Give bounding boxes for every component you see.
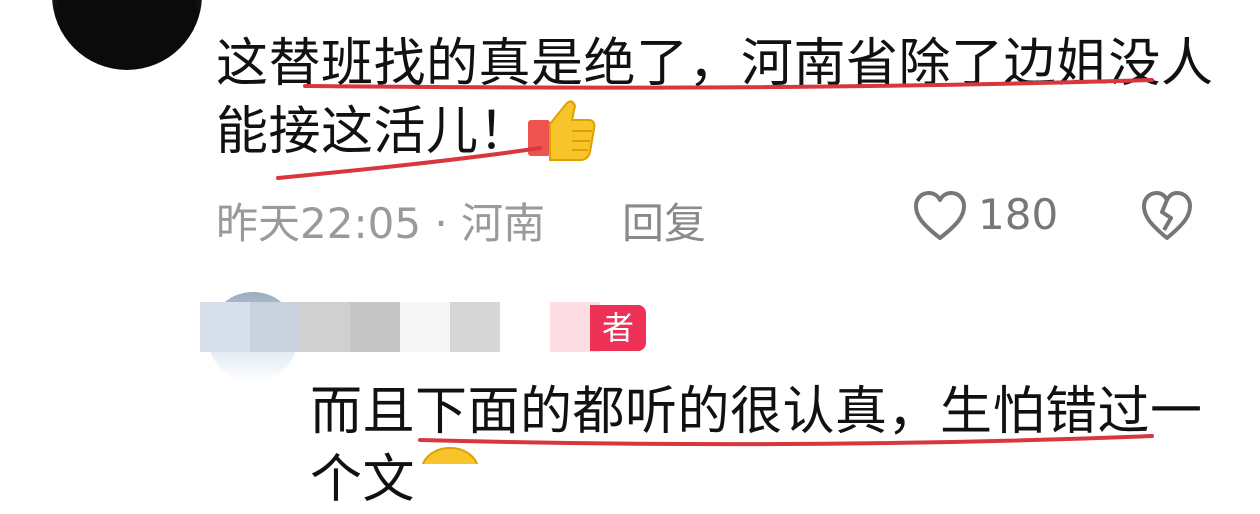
username-redacted xyxy=(400,302,450,352)
broken-heart-icon[interactable] xyxy=(1140,190,1194,242)
username-redacted xyxy=(250,302,300,352)
comment-text-line: 而且下面的都听的很认真，生怕错过一 xyxy=(310,382,1203,442)
comment-text-line: 个文 xyxy=(310,450,416,510)
like-count: 180 xyxy=(978,190,1059,239)
comment-text-line: 这替班找的真是绝了，河南省除了边姐没人 xyxy=(216,34,1214,94)
comment-text-line: 能接这活儿！ xyxy=(216,98,531,166)
author-badge: 者 xyxy=(590,305,646,351)
emoji-icon xyxy=(422,447,478,464)
comment-timestamp: 昨天22:05 · 河南 xyxy=(216,199,546,248)
username-redacted xyxy=(300,302,350,352)
thumbs-up-icon xyxy=(528,100,596,161)
username-redacted xyxy=(350,302,400,352)
username-redacted xyxy=(450,302,500,352)
comment-text: 能接这活儿！ xyxy=(216,102,532,162)
avatar[interactable] xyxy=(52,0,202,70)
reply-button[interactable]: 回复 xyxy=(622,190,706,251)
heart-outline-icon[interactable] xyxy=(912,190,968,242)
